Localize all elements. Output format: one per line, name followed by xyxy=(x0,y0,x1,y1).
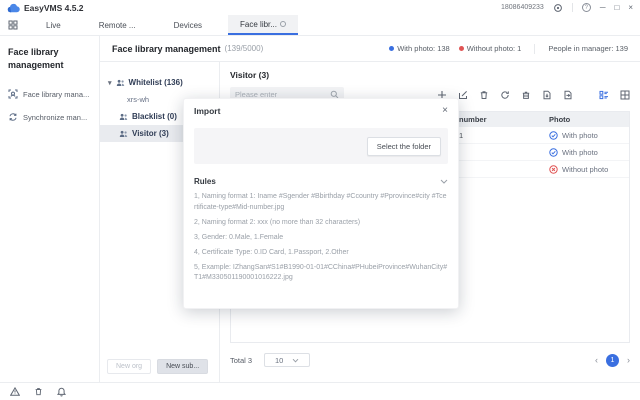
column-header-photo: Photo xyxy=(549,115,629,124)
titlebar: EasyVMS 4.5.2 18086409233 ? ─ □ × xyxy=(0,0,640,15)
delete-icon[interactable] xyxy=(479,90,489,100)
dialog-header: Import × xyxy=(184,99,458,120)
panel-footer: Total 3 10 ‹ 1 › xyxy=(230,353,630,367)
titlebar-divider xyxy=(572,3,573,12)
bell-icon[interactable] xyxy=(57,387,66,397)
maximize-icon[interactable]: □ xyxy=(614,4,619,12)
page-header: Face library management (139/5000) With … xyxy=(100,36,640,62)
select-folder-button[interactable]: Select the folder xyxy=(367,137,441,156)
app-title: EasyVMS 4.5.2 xyxy=(24,3,84,13)
pagination: ‹ 1 › xyxy=(595,354,630,367)
recycle-bin-icon[interactable] xyxy=(521,90,531,100)
statusbar xyxy=(0,382,640,400)
nav-tabbar: Live Remote ... Devices Face libr... xyxy=(0,15,640,36)
stats-divider xyxy=(534,44,535,54)
edit-icon[interactable] xyxy=(458,90,468,100)
page-count: (139/5000) xyxy=(225,44,264,53)
rules-title: Rules xyxy=(194,177,216,186)
sidebar-item-face-library[interactable]: Face library mana... xyxy=(8,89,91,99)
tab-refresh-icon[interactable] xyxy=(280,21,286,27)
caret-down-icon[interactable]: ▾ xyxy=(108,79,112,87)
stat-without-photo: Without photo: 1 xyxy=(459,44,522,53)
toolbar xyxy=(437,90,630,100)
total-label: Total 3 xyxy=(230,356,252,365)
prev-page-icon[interactable]: ‹ xyxy=(595,355,598,365)
tab-live[interactable]: Live xyxy=(34,15,73,35)
folder-drop-zone: Select the folder xyxy=(194,128,448,164)
refresh-icon[interactable] xyxy=(500,90,510,100)
trash-status-icon[interactable] xyxy=(34,387,43,396)
rules-header[interactable]: Rules xyxy=(194,177,448,186)
page-size-select[interactable]: 10 xyxy=(264,353,310,367)
tab-face-library[interactable]: Face libr... xyxy=(228,15,298,35)
app-logo-cloud-icon xyxy=(7,3,20,13)
minimize-icon[interactable]: ─ xyxy=(600,4,606,12)
alarm-warning-icon[interactable] xyxy=(10,387,20,396)
close-dialog-icon[interactable]: × xyxy=(442,106,448,116)
module-sidebar: Face library management Face library man… xyxy=(0,36,100,382)
table-view-icon[interactable] xyxy=(620,90,630,100)
apps-menu-icon[interactable] xyxy=(8,15,18,35)
tab-remote[interactable]: Remote ... xyxy=(87,15,148,35)
tree-item-whitelist[interactable]: ▾ Whitelist (136) xyxy=(100,74,219,91)
sidebar-item-label: Synchronize man... xyxy=(23,113,87,122)
current-page[interactable]: 1 xyxy=(606,354,619,367)
rule-item: 2, Naming format 2: xxx (no more than 32… xyxy=(194,218,448,229)
export-file-icon[interactable] xyxy=(563,90,573,100)
dialog-title: Import xyxy=(194,106,220,116)
without-photo-icon xyxy=(549,165,558,174)
group-icon xyxy=(116,79,125,87)
chevron-down-icon xyxy=(292,358,299,363)
panel-title: Visitor (3) xyxy=(230,70,630,80)
red-dot-icon xyxy=(459,46,464,51)
group-icon xyxy=(119,130,128,138)
new-org-button[interactable]: New org xyxy=(107,359,151,374)
app-window: EasyVMS 4.5.2 18086409233 ? ─ □ × Live R… xyxy=(0,0,640,400)
new-sub-button[interactable]: New sub... xyxy=(157,359,208,374)
blue-dot-icon xyxy=(389,46,394,51)
rule-item: 1, Naming format 1: Iname #Sgender #Bbir… xyxy=(194,192,448,213)
import-dialog: Import × Select the folder Rules 1, Nami… xyxy=(183,98,459,309)
with-photo-icon xyxy=(549,131,558,140)
rule-item: 3, Gender: 0.Male, 1.Female xyxy=(194,233,448,244)
card-view-icon[interactable] xyxy=(599,90,609,100)
help-icon[interactable]: ? xyxy=(582,3,591,12)
sidebar-item-synchronize[interactable]: Synchronize man... xyxy=(8,112,91,122)
sidebar-heading: Face library management xyxy=(8,46,91,71)
account-number: 18086409233 xyxy=(501,4,544,11)
sidebar-item-label: Face library mana... xyxy=(23,90,89,99)
next-page-icon[interactable]: › xyxy=(627,355,630,365)
gear-icon[interactable] xyxy=(553,3,563,13)
face-scan-icon xyxy=(8,89,18,99)
group-icon xyxy=(119,113,128,121)
rules-list: 1, Naming format 1: Iname #Sgender #Bbir… xyxy=(194,192,448,284)
page-title: Face library management xyxy=(112,44,221,54)
rule-item: 4, Certificate Type: 0.ID Card, 1.Passpo… xyxy=(194,248,448,259)
collapse-chevron-icon[interactable] xyxy=(440,179,448,184)
stat-people-in-manager: People in manager: 139 xyxy=(548,44,628,53)
rule-item: 5, Example: IZhangSan#S1#B1990-01-01#CCh… xyxy=(194,263,448,284)
stat-with-photo: With photo: 138 xyxy=(389,44,450,53)
import-file-icon[interactable] xyxy=(542,90,552,100)
tab-devices[interactable]: Devices xyxy=(162,15,214,35)
sync-icon xyxy=(8,112,18,122)
with-photo-icon xyxy=(549,148,558,157)
close-window-icon[interactable]: × xyxy=(628,4,633,12)
